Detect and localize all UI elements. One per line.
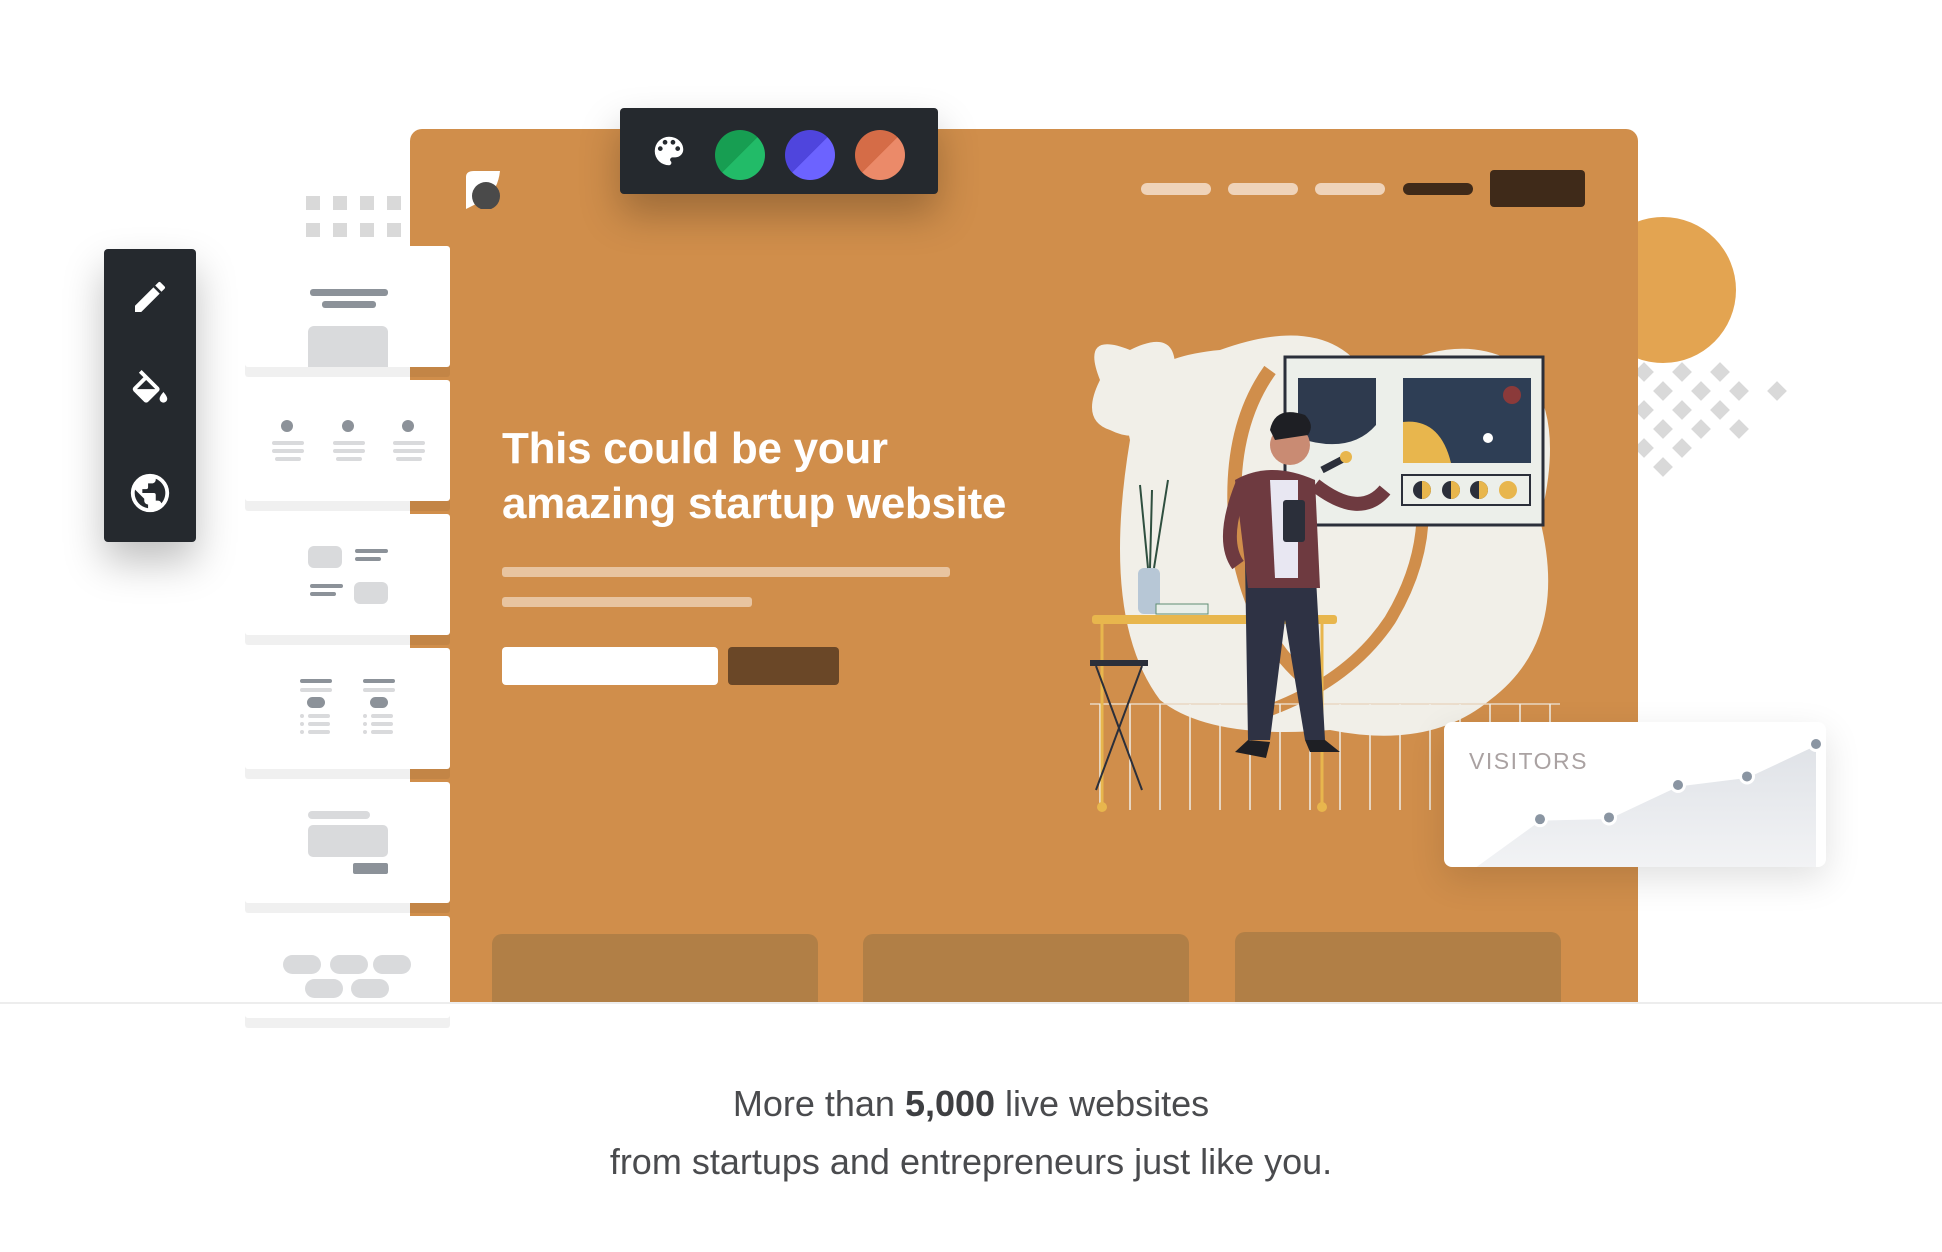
- visitors-point: [1604, 812, 1614, 823]
- thumbnail-pricing-two-column[interactable]: [245, 648, 450, 769]
- decorative-diamond: [1710, 362, 1730, 382]
- hero-text-placeholder: [502, 567, 950, 577]
- hero-submit-button[interactable]: [728, 647, 839, 685]
- color-palette-toolbar: [620, 108, 938, 194]
- section-divider: [0, 1002, 1942, 1004]
- decorative-diamond: [1710, 400, 1730, 420]
- hero-text-placeholder: [502, 597, 752, 607]
- decorative-diamond: [1691, 419, 1711, 439]
- decorative-diamond: [1729, 381, 1749, 401]
- visitors-widget: VISITORS: [1444, 722, 1826, 867]
- visitors-point: [1535, 814, 1545, 825]
- decorative-diamond: [1767, 381, 1787, 401]
- editor-tool-rail: [104, 249, 196, 542]
- hero-title-line1: This could be your: [502, 424, 888, 473]
- feature-card: [1235, 932, 1561, 1002]
- visitors-point: [1811, 739, 1821, 749]
- tagline-prefix: More than: [732, 1083, 905, 1124]
- feature-card: [492, 934, 818, 1002]
- tagline-line1: More than 5,000 live websites: [0, 1075, 1942, 1133]
- hero-title-line2: amazing startup website: [502, 479, 1007, 528]
- hero-email-input[interactable]: [502, 647, 718, 685]
- nav-cta-button[interactable]: [1490, 170, 1585, 207]
- nav-link[interactable]: [1141, 183, 1211, 195]
- decorative-diamond: [1672, 400, 1692, 420]
- publish-tool-button[interactable]: [127, 470, 173, 516]
- visitors-label: VISITORS: [1469, 748, 1588, 774]
- decorative-diamond: [1672, 362, 1692, 382]
- hero-title: This could be your amazing startup websi…: [502, 421, 1062, 531]
- decorative-square-grid: [306, 196, 406, 240]
- thumbnail-call-to-action[interactable]: [245, 782, 450, 903]
- decorative-diamond: [1653, 419, 1673, 439]
- nav-link[interactable]: [1228, 183, 1298, 195]
- decorative-diamond: [1653, 457, 1673, 477]
- tagline: More than 5,000 live websites from start…: [0, 1075, 1942, 1191]
- decorative-diamond: [1691, 381, 1711, 401]
- decorative-diamond-grid: [1634, 362, 1787, 485]
- decorative-diamond: [1653, 381, 1673, 401]
- globe-icon: [130, 473, 170, 513]
- thumbnail-features-three-column[interactable]: [245, 380, 450, 501]
- decorative-diamond: [1729, 419, 1749, 439]
- color-swatch-green[interactable]: [715, 130, 765, 180]
- paint-bucket-icon: [132, 370, 168, 403]
- decorative-diamond: [1672, 438, 1692, 458]
- visitors-chart: [1473, 736, 1824, 867]
- visitors-point: [1673, 780, 1683, 790]
- tagline-suffix: live websites: [995, 1083, 1210, 1124]
- thumbnail-header-hero[interactable]: [245, 246, 450, 367]
- tagline-line2: from startups and entrepreneurs just lik…: [609, 1141, 1333, 1182]
- color-swatch-coral[interactable]: [855, 130, 905, 180]
- website-count: 5,000: [904, 1083, 996, 1124]
- nav-link[interactable]: [1315, 183, 1385, 195]
- thumbnail-alternating-media[interactable]: [245, 514, 450, 635]
- edit-tool-button[interactable]: [127, 274, 173, 320]
- pencil-icon: [135, 281, 166, 312]
- site-logo-icon: [466, 171, 500, 209]
- palette-icon[interactable]: [650, 132, 688, 170]
- fill-tool-button[interactable]: [127, 370, 173, 416]
- feature-card: [863, 934, 1189, 1002]
- nav-link-active[interactable]: [1403, 183, 1473, 195]
- visitors-point: [1742, 771, 1752, 782]
- color-swatch-indigo[interactable]: [785, 130, 835, 180]
